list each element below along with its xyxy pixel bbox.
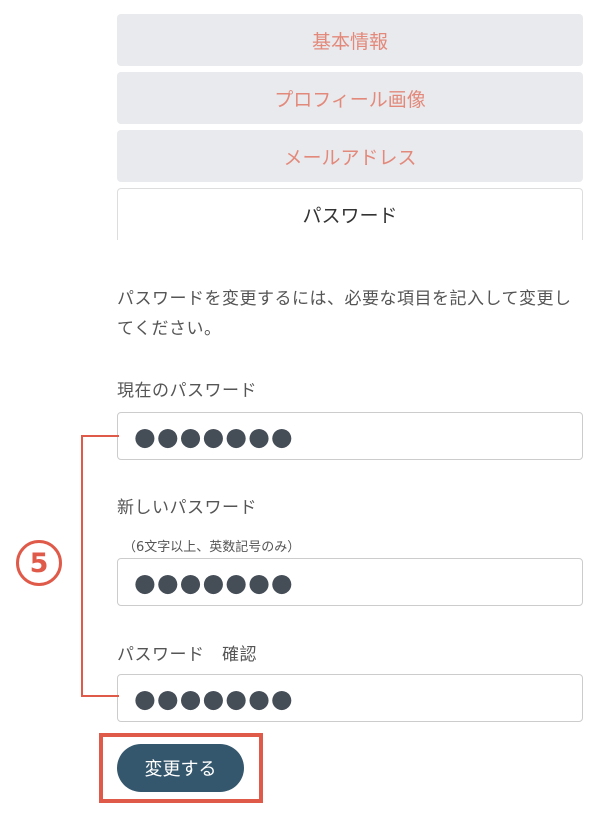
settings-tabs: 基本情報 プロフィール画像 メールアドレス パスワード (117, 14, 583, 246)
tab-profile-image[interactable]: プロフィール画像 (117, 72, 583, 124)
new-password-label: 新しいパスワード (117, 498, 257, 518)
step-number-badge: 5 (16, 540, 62, 586)
new-password-input[interactable]: ●●●●●●● (117, 558, 583, 606)
tab-password[interactable]: パスワード (117, 188, 583, 240)
tab-email[interactable]: メールアドレス (117, 130, 583, 182)
confirm-password-label: パスワード 確認 (117, 645, 257, 665)
confirm-password-input[interactable]: ●●●●●●● (117, 674, 583, 722)
tab-basic-info[interactable]: 基本情報 (117, 14, 583, 66)
intro-text: パスワードを変更するには、必要な項目を記入して変更してください。 (117, 289, 572, 339)
current-password-input[interactable]: ●●●●●●● (117, 412, 583, 460)
new-password-note: （6文字以上、英数記号のみ） (123, 540, 301, 555)
annotation-bracket (81, 435, 119, 697)
change-button[interactable]: 変更する (117, 744, 244, 792)
current-password-label: 現在のパスワード (117, 381, 257, 401)
